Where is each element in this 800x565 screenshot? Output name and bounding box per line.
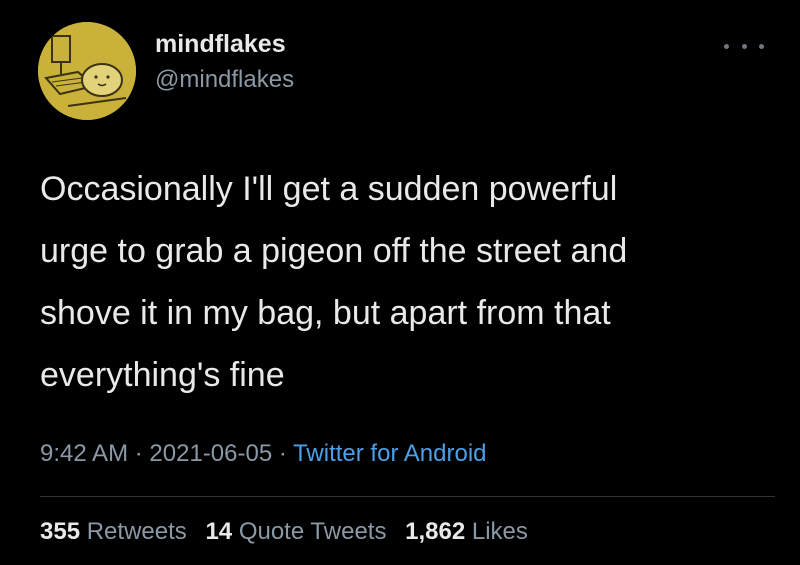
tweet-stats: 355 Retweets 14 Quote Tweets 1,862 Likes [40,518,540,546]
more-dots-icon [724,43,729,49]
author-display-name[interactable]: mindflakes [155,30,286,59]
more-dots-icon [741,43,747,49]
likes-count: 1,862 [405,518,466,545]
retweets-stat[interactable]: 355 Retweets [40,518,187,545]
avatar[interactable] [38,22,136,120]
meta-separator: · [278,440,287,467]
retweets-count: 355 [40,518,81,545]
tweet-date[interactable]: 2021-06-05 [149,440,272,467]
tweet-text: Occasionally I'll get a sudden powerful … [40,170,628,394]
tweet-source-link[interactable]: Twitter for Android [293,440,486,467]
quote-tweets-label: Quote Tweets [238,518,387,545]
tweet-time[interactable]: 9:42 AM [40,440,128,467]
more-options-button[interactable] [724,36,764,56]
tweet-card: mindflakes @mindflakes Occasionally I'll… [0,0,800,565]
quote-tweets-count: 14 [205,518,233,545]
meta-separator: · [134,440,143,467]
tweet-meta: 9:42 AM · 2021-06-05 · Twitter for Andro… [40,440,487,468]
author-handle[interactable]: @mindflakes [155,66,294,94]
quote-tweets-stat[interactable]: 14 Quote Tweets [205,518,386,545]
avatar-illustration-icon [38,22,136,120]
retweets-label: Retweets [86,518,187,545]
more-dots-icon [759,43,764,49]
divider [40,496,775,497]
likes-label: Likes [471,518,528,545]
likes-stat[interactable]: 1,862 Likes [405,518,528,545]
